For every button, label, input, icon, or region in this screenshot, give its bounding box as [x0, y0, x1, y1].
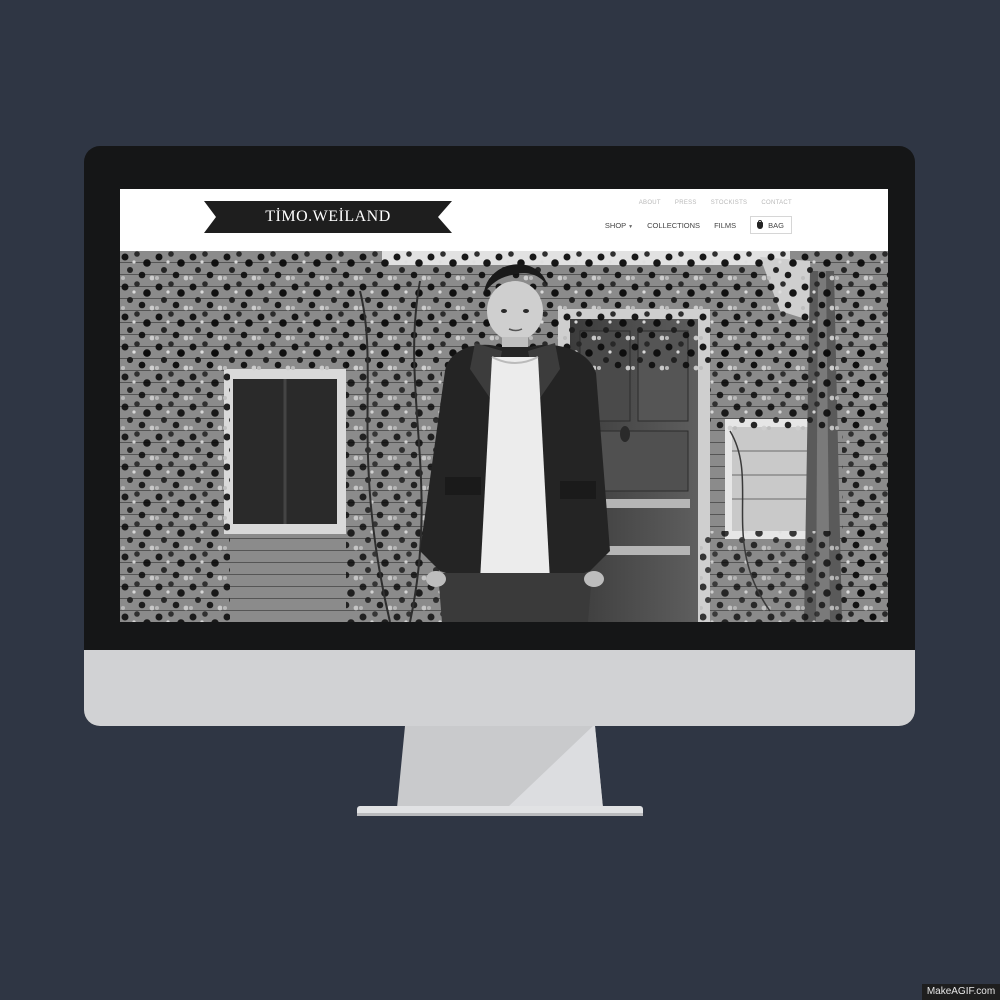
nav-link-stockists[interactable]: STOCKISTS: [711, 200, 748, 206]
nav-shop[interactable]: SHOP ▼: [605, 221, 633, 230]
hero-image: [120, 251, 888, 622]
main-nav: SHOP ▼ COLLECTIONS FILMS BAG: [605, 216, 792, 234]
screen: TİMO.WEİLAND ABOUT PRESS STOCKISTS CONTA…: [120, 189, 888, 622]
top-nav: ABOUT PRESS STOCKISTS CONTACT: [639, 200, 792, 206]
bag-label: BAG: [768, 220, 784, 230]
site-header: TİMO.WEİLAND ABOUT PRESS STOCKISTS CONTA…: [120, 189, 888, 251]
watermark: MakeAGIF.com: [922, 984, 1000, 1000]
bag-button[interactable]: BAG: [750, 216, 792, 234]
nav-collections[interactable]: COLLECTIONS: [647, 221, 700, 230]
monitor: TİMO.WEİLAND ABOUT PRESS STOCKISTS CONTA…: [84, 146, 915, 726]
hero-photo-illustration: [120, 251, 888, 622]
nav-link-about[interactable]: ABOUT: [639, 200, 661, 206]
chevron-down-icon: ▼: [628, 223, 634, 230]
nav-link-press[interactable]: PRESS: [675, 200, 697, 206]
nav-films[interactable]: FILMS: [714, 221, 736, 230]
monitor-chin: [84, 650, 915, 726]
nav-shop-label: SHOP: [604, 220, 627, 230]
logo-text: TİMO.WEİLAND: [265, 208, 391, 225]
monitor-stand: [357, 726, 643, 816]
nav-link-contact[interactable]: CONTACT: [761, 200, 792, 206]
logo[interactable]: TİMO.WEİLAND: [204, 201, 452, 233]
shopping-bag-icon: [757, 219, 764, 229]
